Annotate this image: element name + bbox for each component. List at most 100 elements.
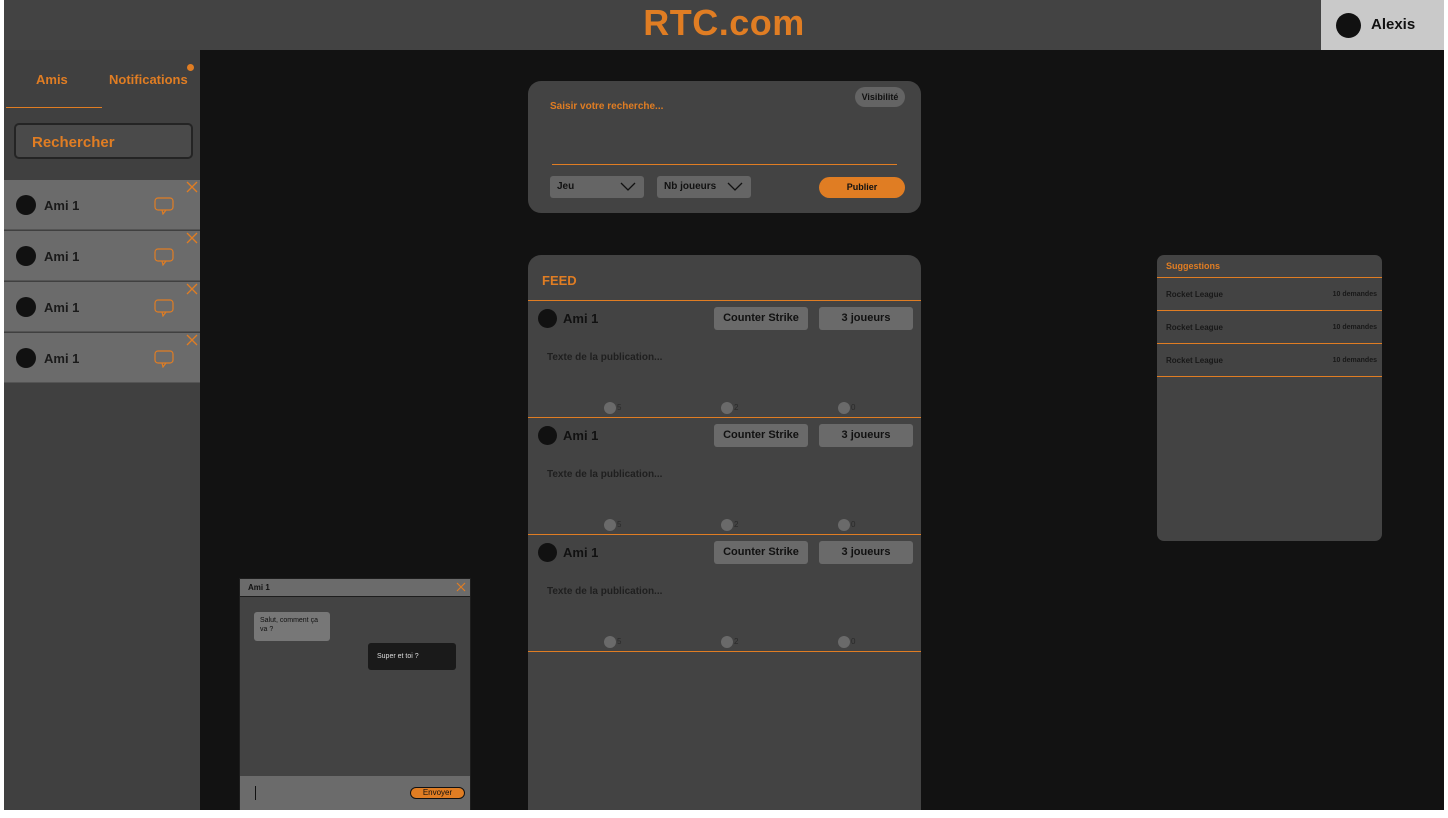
post-text: Texte de la publication... bbox=[547, 586, 663, 597]
suggestion-count: 10 demandes bbox=[1332, 357, 1377, 364]
publish-box: Saisir votre recherche... Visibilité Jeu… bbox=[528, 81, 921, 213]
friend-item[interactable]: Ami 1 bbox=[4, 282, 200, 332]
close-icon[interactable] bbox=[456, 582, 466, 592]
feed-post: Ami 1 Counter Strike 3 joueurs Texte de … bbox=[528, 301, 921, 418]
feed-post: Ami 1 Counter Strike 3 joueurs Texte de … bbox=[528, 418, 921, 535]
post-game-tag[interactable]: Counter Strike bbox=[714, 541, 808, 564]
reaction-icon bbox=[721, 401, 733, 414]
text-caret bbox=[255, 786, 256, 800]
profile-name: Alexis bbox=[1371, 16, 1416, 33]
visibility-button[interactable]: Visibilité bbox=[855, 87, 905, 107]
avatar[interactable] bbox=[538, 543, 557, 562]
friend-name: Ami 1 bbox=[44, 249, 80, 264]
send-button[interactable]: Envoyer bbox=[410, 787, 465, 799]
profile-menu[interactable]: Alexis bbox=[1321, 0, 1444, 50]
feed-title: FEED bbox=[542, 273, 577, 288]
suggestion-game: Rocket League bbox=[1166, 356, 1223, 365]
reaction-1[interactable]: 5 bbox=[604, 516, 622, 531]
avatar bbox=[16, 297, 36, 317]
reaction-3[interactable]: 0 bbox=[838, 633, 856, 648]
post-author[interactable]: Ami 1 bbox=[563, 545, 598, 560]
reaction-2[interactable]: 2 bbox=[721, 399, 739, 414]
chat-bubble-icon[interactable] bbox=[154, 350, 174, 368]
avatar bbox=[16, 348, 36, 368]
friend-item[interactable]: Ami 1 bbox=[4, 231, 200, 281]
suggestion-item[interactable]: Rocket League 10 demandes bbox=[1157, 311, 1382, 344]
remove-friend-icon[interactable] bbox=[186, 232, 198, 244]
chat-header: Ami 1 bbox=[240, 579, 470, 597]
suggestions-panel: Suggestions Rocket League 10 demandes Ro… bbox=[1157, 255, 1382, 541]
chat-bubble-icon[interactable] bbox=[154, 299, 174, 317]
reaction-icon bbox=[838, 635, 850, 648]
publish-text-input[interactable]: Saisir votre recherche... bbox=[550, 101, 663, 112]
feed-post: Ami 1 Counter Strike 3 joueurs Texte de … bbox=[528, 535, 921, 652]
post-players-tag[interactable]: 3 joueurs bbox=[819, 541, 913, 564]
post-author[interactable]: Ami 1 bbox=[563, 428, 598, 443]
reaction-icon bbox=[604, 635, 616, 648]
reaction-count: 5 bbox=[617, 403, 622, 413]
app-frame: RTC.com Alexis Amis Notifications Recher… bbox=[4, 0, 1444, 810]
friend-name: Ami 1 bbox=[44, 198, 80, 213]
reaction-1[interactable]: 5 bbox=[604, 633, 622, 648]
post-players-tag[interactable]: 3 joueurs bbox=[819, 424, 913, 447]
reaction-count: 2 bbox=[734, 403, 739, 413]
avatar[interactable] bbox=[538, 426, 557, 445]
reaction-count: 0 bbox=[851, 520, 856, 530]
friend-item[interactable]: Ami 1 bbox=[4, 333, 200, 383]
players-select[interactable]: Nb joueurs bbox=[657, 176, 751, 198]
post-game-tag[interactable]: Counter Strike bbox=[714, 307, 808, 330]
game-select-label: Jeu bbox=[557, 181, 575, 192]
post-game-tag[interactable]: Counter Strike bbox=[714, 424, 808, 447]
reaction-count: 5 bbox=[617, 520, 622, 530]
notification-dot bbox=[187, 64, 194, 71]
friend-name: Ami 1 bbox=[44, 300, 80, 315]
active-tab-underline bbox=[6, 107, 102, 108]
friend-item[interactable]: Ami 1 bbox=[4, 180, 200, 230]
reaction-icon bbox=[721, 635, 733, 648]
post-author[interactable]: Ami 1 bbox=[563, 311, 598, 326]
reaction-icon bbox=[838, 518, 850, 531]
top-header: RTC.com Alexis bbox=[4, 0, 1444, 50]
suggestion-item[interactable]: Rocket League 10 demandes bbox=[1157, 344, 1382, 377]
reaction-icon bbox=[838, 401, 850, 414]
chat-window: Ami 1 Salut, comment ça va ? Super et to… bbox=[239, 578, 471, 810]
chat-bubble-icon[interactable] bbox=[154, 248, 174, 266]
reaction-1[interactable]: 5 bbox=[604, 399, 622, 414]
reaction-3[interactable]: 0 bbox=[838, 399, 855, 414]
chevron-down-icon bbox=[727, 182, 743, 191]
avatar bbox=[16, 195, 36, 215]
tab-friends[interactable]: Amis bbox=[36, 72, 68, 87]
remove-friend-icon[interactable] bbox=[186, 181, 198, 193]
chevron-down-icon bbox=[620, 182, 636, 191]
reaction-icon bbox=[604, 518, 616, 531]
suggestions-title: Suggestions bbox=[1166, 261, 1221, 271]
suggestion-count: 10 demandes bbox=[1332, 291, 1377, 298]
reaction-2[interactable]: 2 bbox=[721, 633, 739, 648]
avatar[interactable] bbox=[538, 309, 557, 328]
tab-notifications[interactable]: Notifications bbox=[109, 72, 188, 87]
reaction-2[interactable]: 2 bbox=[721, 516, 739, 531]
reaction-count: 5 bbox=[617, 637, 622, 647]
chat-bubble-icon[interactable] bbox=[154, 197, 174, 215]
friends-sidebar: Amis Notifications Rechercher Ami 1 Ami … bbox=[4, 50, 200, 810]
friend-search-input[interactable]: Rechercher bbox=[14, 123, 193, 159]
reaction-count: 0 bbox=[851, 637, 856, 647]
friend-name: Ami 1 bbox=[44, 351, 80, 366]
chat-message-input[interactable]: Envoyer bbox=[240, 776, 470, 810]
reaction-count: 2 bbox=[734, 637, 739, 647]
suggestion-game: Rocket League bbox=[1166, 290, 1223, 299]
post-players-tag[interactable]: 3 joueurs bbox=[819, 307, 913, 330]
input-underline bbox=[552, 164, 897, 165]
outgoing-message: Super et toi ? bbox=[368, 643, 456, 670]
remove-friend-icon[interactable] bbox=[186, 334, 198, 346]
search-label: Rechercher bbox=[32, 134, 115, 151]
incoming-message: Salut, comment ça va ? bbox=[254, 612, 330, 641]
site-logo[interactable]: RTC.com bbox=[4, 0, 1444, 46]
game-select[interactable]: Jeu bbox=[550, 176, 644, 198]
reaction-3[interactable]: 0 bbox=[838, 516, 856, 531]
publish-button[interactable]: Publier bbox=[819, 177, 905, 198]
remove-friend-icon[interactable] bbox=[186, 283, 198, 295]
avatar bbox=[1336, 13, 1361, 38]
suggestion-item[interactable]: Rocket League 10 demandes bbox=[1157, 278, 1382, 311]
reaction-count: 2 bbox=[734, 520, 739, 530]
